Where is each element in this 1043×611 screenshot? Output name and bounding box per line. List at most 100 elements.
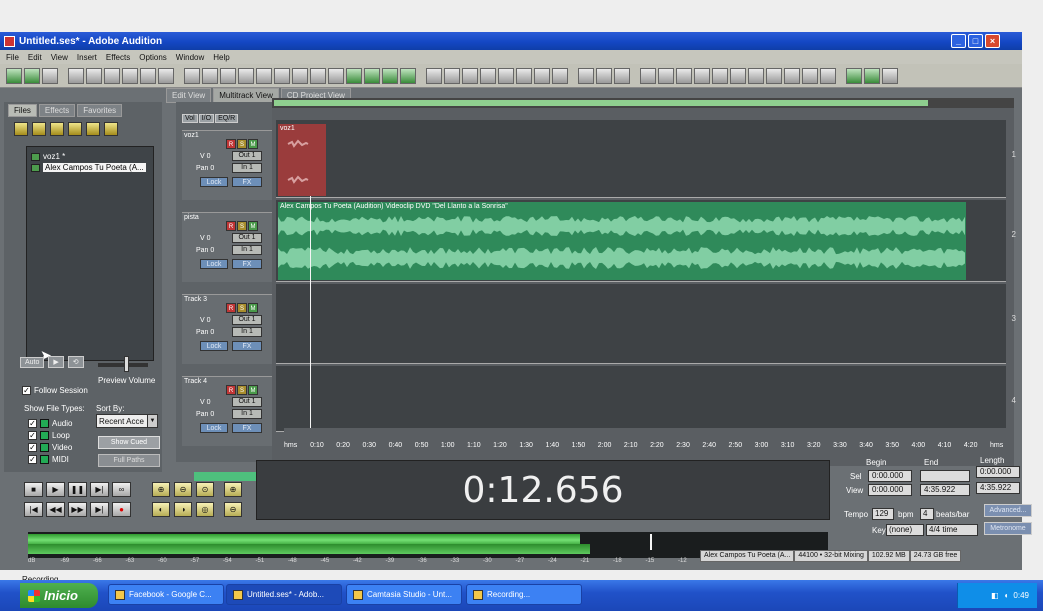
toolbar-loop-icon[interactable]	[328, 67, 344, 84]
view-length-field[interactable]: 4:35.922	[976, 482, 1020, 494]
sel-length-field[interactable]: 0:00.000	[976, 466, 1020, 478]
list-item[interactable]: voz1 *	[31, 151, 149, 162]
sel-begin-field[interactable]: 0:00.000	[868, 470, 912, 482]
multitrack-area[interactable]: 1 voz1 2 Alex Campos Tu Poeta (Audition)…	[272, 98, 1016, 466]
toolbar-window-2-icon[interactable]	[658, 67, 674, 84]
time-signature-select[interactable]: 4/4 time	[926, 524, 978, 536]
track-lane-3[interactable]: 3	[276, 284, 1016, 364]
menu-view[interactable]: View	[51, 53, 68, 62]
view-begin-field[interactable]: 0:00.000	[868, 484, 912, 496]
output-button[interactable]: Out 1	[232, 315, 262, 325]
menu-edit[interactable]: Edit	[28, 53, 42, 62]
toolbar-mixdown-icon[interactable]	[346, 67, 362, 84]
toolbar-hand-icon[interactable]	[614, 67, 630, 84]
record-arm-button[interactable]: R	[226, 385, 236, 395]
edit-file-icon[interactable]	[68, 122, 82, 136]
solo-button[interactable]: S	[237, 303, 247, 313]
toolbar-window-4-icon[interactable]	[694, 67, 710, 84]
clock[interactable]: 0:49	[1013, 591, 1029, 600]
play-preview-button[interactable]: ▶	[48, 356, 64, 368]
minimize-button[interactable]: _	[951, 34, 966, 48]
toolbar-time-select-icon[interactable]	[444, 67, 460, 84]
mute-button[interactable]: M	[248, 303, 258, 313]
zoom-out-horizontal-icon[interactable]: ⊖	[174, 482, 192, 497]
preview-volume-thumb[interactable]	[124, 356, 129, 372]
fx-button[interactable]: FX	[232, 259, 262, 269]
toolbar-workspace-icon[interactable]	[864, 67, 880, 84]
checkbox[interactable]: ✓	[28, 430, 37, 440]
beats-field[interactable]: 4	[920, 508, 934, 520]
toolbar-print-icon[interactable]	[140, 67, 156, 84]
scrollbar-thumb[interactable]	[274, 100, 928, 106]
toolbar-snap-icon[interactable]	[534, 67, 550, 84]
volume-value[interactable]: V 0	[200, 399, 211, 406]
toolbar-crossfade-icon[interactable]	[292, 67, 308, 84]
toolbar-mix-paste-icon[interactable]	[238, 67, 254, 84]
record-arm-button[interactable]: R	[226, 303, 236, 313]
solo-button[interactable]: S	[237, 385, 247, 395]
play-to-end-button[interactable]: ▶|	[90, 482, 109, 497]
menu-insert[interactable]: Insert	[77, 53, 97, 62]
tab-effects[interactable]: Effects	[38, 104, 76, 117]
toolbar-help-icon[interactable]	[882, 67, 898, 84]
output-button[interactable]: Out 1	[232, 151, 262, 161]
toolbar-lock-icon[interactable]	[382, 67, 398, 84]
taskbar-item-facebook[interactable]: Facebook - Google C...	[108, 584, 224, 605]
input-button[interactable]: In 1	[232, 163, 262, 173]
tab-io[interactable]: I/O	[198, 114, 215, 123]
toolbar-multitrack-icon[interactable]	[24, 67, 40, 84]
tempo-field[interactable]: 129	[872, 508, 894, 520]
lock-button[interactable]: Lock	[200, 341, 228, 351]
start-button[interactable]: Inicio	[20, 583, 98, 608]
sort-by-select[interactable]: Recent Acce ▼	[96, 414, 158, 428]
track-header-4[interactable]: Track 4 R S M V 0 Pan 0 Out 1 In 1 Lock …	[182, 376, 272, 446]
toolbar-window-7-icon[interactable]	[748, 67, 764, 84]
tab-edit-view[interactable]: Edit View	[166, 88, 212, 103]
fx-button[interactable]: FX	[232, 341, 262, 351]
menu-file[interactable]: File	[6, 53, 19, 62]
volume-value[interactable]: V 0	[200, 153, 211, 160]
toolbar-paste-icon[interactable]	[220, 67, 236, 84]
tab-vol[interactable]: Vol	[182, 114, 198, 123]
list-item[interactable]: Alex Campos Tu Poeta (A...	[31, 162, 149, 173]
track-lane-4[interactable]: 4	[276, 366, 1016, 432]
track-name[interactable]: voz1	[184, 132, 199, 139]
track-name[interactable]: pista	[184, 214, 199, 221]
pause-button[interactable]: ❚❚	[68, 482, 87, 497]
toolbar-hybrid-tool-icon[interactable]	[426, 67, 442, 84]
toolbar-bounce-icon[interactable]	[364, 67, 380, 84]
toolbar-cursor-icon[interactable]	[578, 67, 594, 84]
fx-button[interactable]: FX	[232, 423, 262, 433]
menu-window[interactable]: Window	[176, 53, 204, 62]
toolbar-new-icon[interactable]	[68, 67, 84, 84]
record-arm-button[interactable]: R	[226, 221, 236, 231]
maximize-button[interactable]: □	[968, 34, 983, 48]
play-file-icon[interactable]	[104, 122, 118, 136]
pan-value[interactable]: Pan 0	[196, 411, 214, 418]
open-file-icon[interactable]	[14, 122, 28, 136]
insert-file-icon[interactable]	[86, 122, 100, 136]
menu-help[interactable]: Help	[213, 53, 229, 62]
tab-files[interactable]: Files	[8, 104, 37, 117]
toolbar-cut-icon[interactable]	[184, 67, 200, 84]
record-arm-button[interactable]: R	[226, 139, 236, 149]
show-cued-button[interactable]: Show Cued	[98, 436, 160, 449]
zoom-right-icon[interactable]: ◑	[174, 502, 192, 517]
zoom-in-vertical-icon[interactable]: ⊕	[224, 482, 242, 497]
close-file-icon[interactable]	[50, 122, 64, 136]
track-name[interactable]: Track 4	[184, 378, 207, 385]
record-button[interactable]: ●	[112, 502, 131, 517]
taskbar-item-camtasia[interactable]: Camtasia Studio - Unt...	[346, 584, 462, 605]
file-type-video[interactable]: ✓ Video	[28, 441, 72, 453]
preview-volume-slider[interactable]	[98, 363, 148, 367]
close-button[interactable]: ×	[985, 34, 1000, 48]
output-button[interactable]: Out 1	[232, 233, 262, 243]
toolbar-window-6-icon[interactable]	[730, 67, 746, 84]
toolbar-save-all-icon[interactable]	[122, 67, 138, 84]
auto-play-button[interactable]: Auto	[20, 356, 45, 368]
pan-value[interactable]: Pan 0	[196, 329, 214, 336]
clip-pista[interactable]: Alex Campos Tu Poeta (Audition) Videocli…	[278, 202, 966, 280]
toolbar-open-icon[interactable]	[86, 67, 102, 84]
sel-end-field[interactable]	[920, 470, 970, 482]
taskbar-item-audition[interactable]: Untitled.ses* - Adob...	[226, 584, 342, 605]
